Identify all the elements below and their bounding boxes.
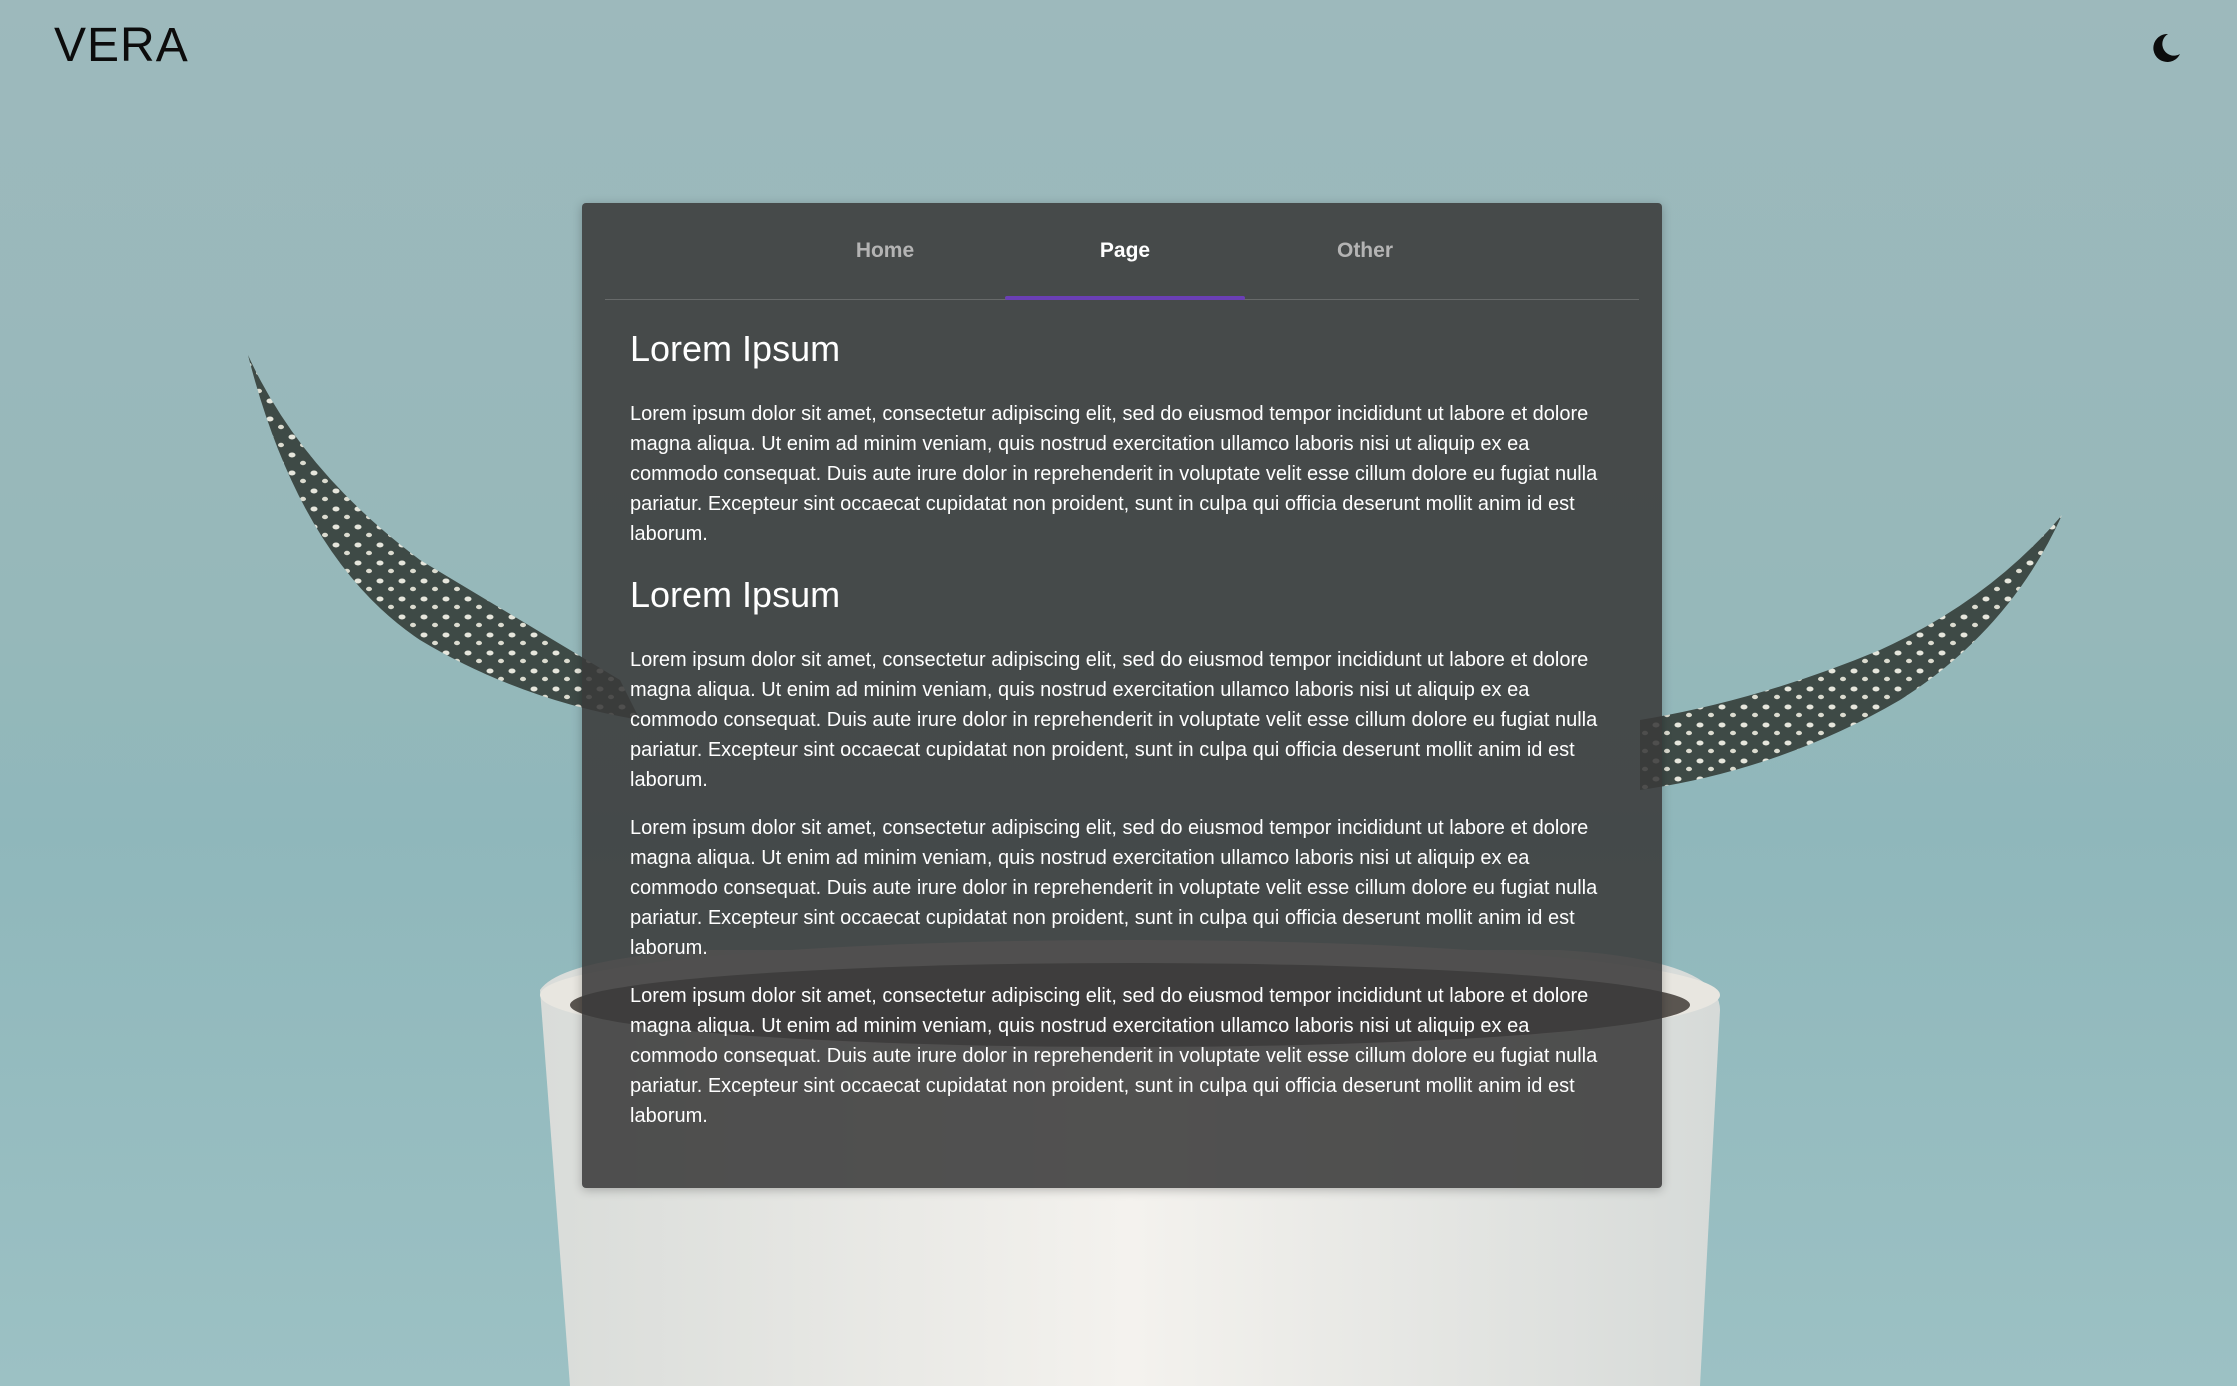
theme-toggle-button[interactable] — [2148, 30, 2184, 66]
tab-label: Other — [1336, 239, 1393, 262]
active-tab-indicator — [1005, 296, 1245, 300]
moon-icon — [2153, 33, 2180, 62]
paragraph: Lorem ipsum dolor sit amet, consectetur … — [630, 403, 1598, 545]
paragraph: Lorem ipsum dolor sit amet, consectetur … — [630, 985, 1598, 1127]
paragraph: Lorem ipsum dolor sit amet, consectetur … — [630, 817, 1598, 959]
tab-page[interactable]: Page — [1005, 203, 1245, 300]
tab-label: Page — [1099, 239, 1151, 262]
tab-bar: Home Page Other — [605, 203, 1639, 300]
section-heading: Lorem Ipsum — [630, 574, 841, 615]
site-title[interactable]: VERA — [54, 18, 189, 73]
page-content: Lorem Ipsum Lorem ipsum dolor sit amet, … — [630, 321, 1620, 1149]
tab-other[interactable]: Other — [1245, 203, 1485, 299]
tab-home[interactable]: Home — [765, 203, 1005, 299]
tab-label: Home — [855, 239, 915, 262]
section-heading: Lorem Ipsum — [630, 328, 841, 369]
content-card: Home Page Other Lorem Ipsum Lorem ipsum … — [582, 203, 1662, 1188]
paragraph: Lorem ipsum dolor sit amet, consectetur … — [630, 649, 1598, 791]
